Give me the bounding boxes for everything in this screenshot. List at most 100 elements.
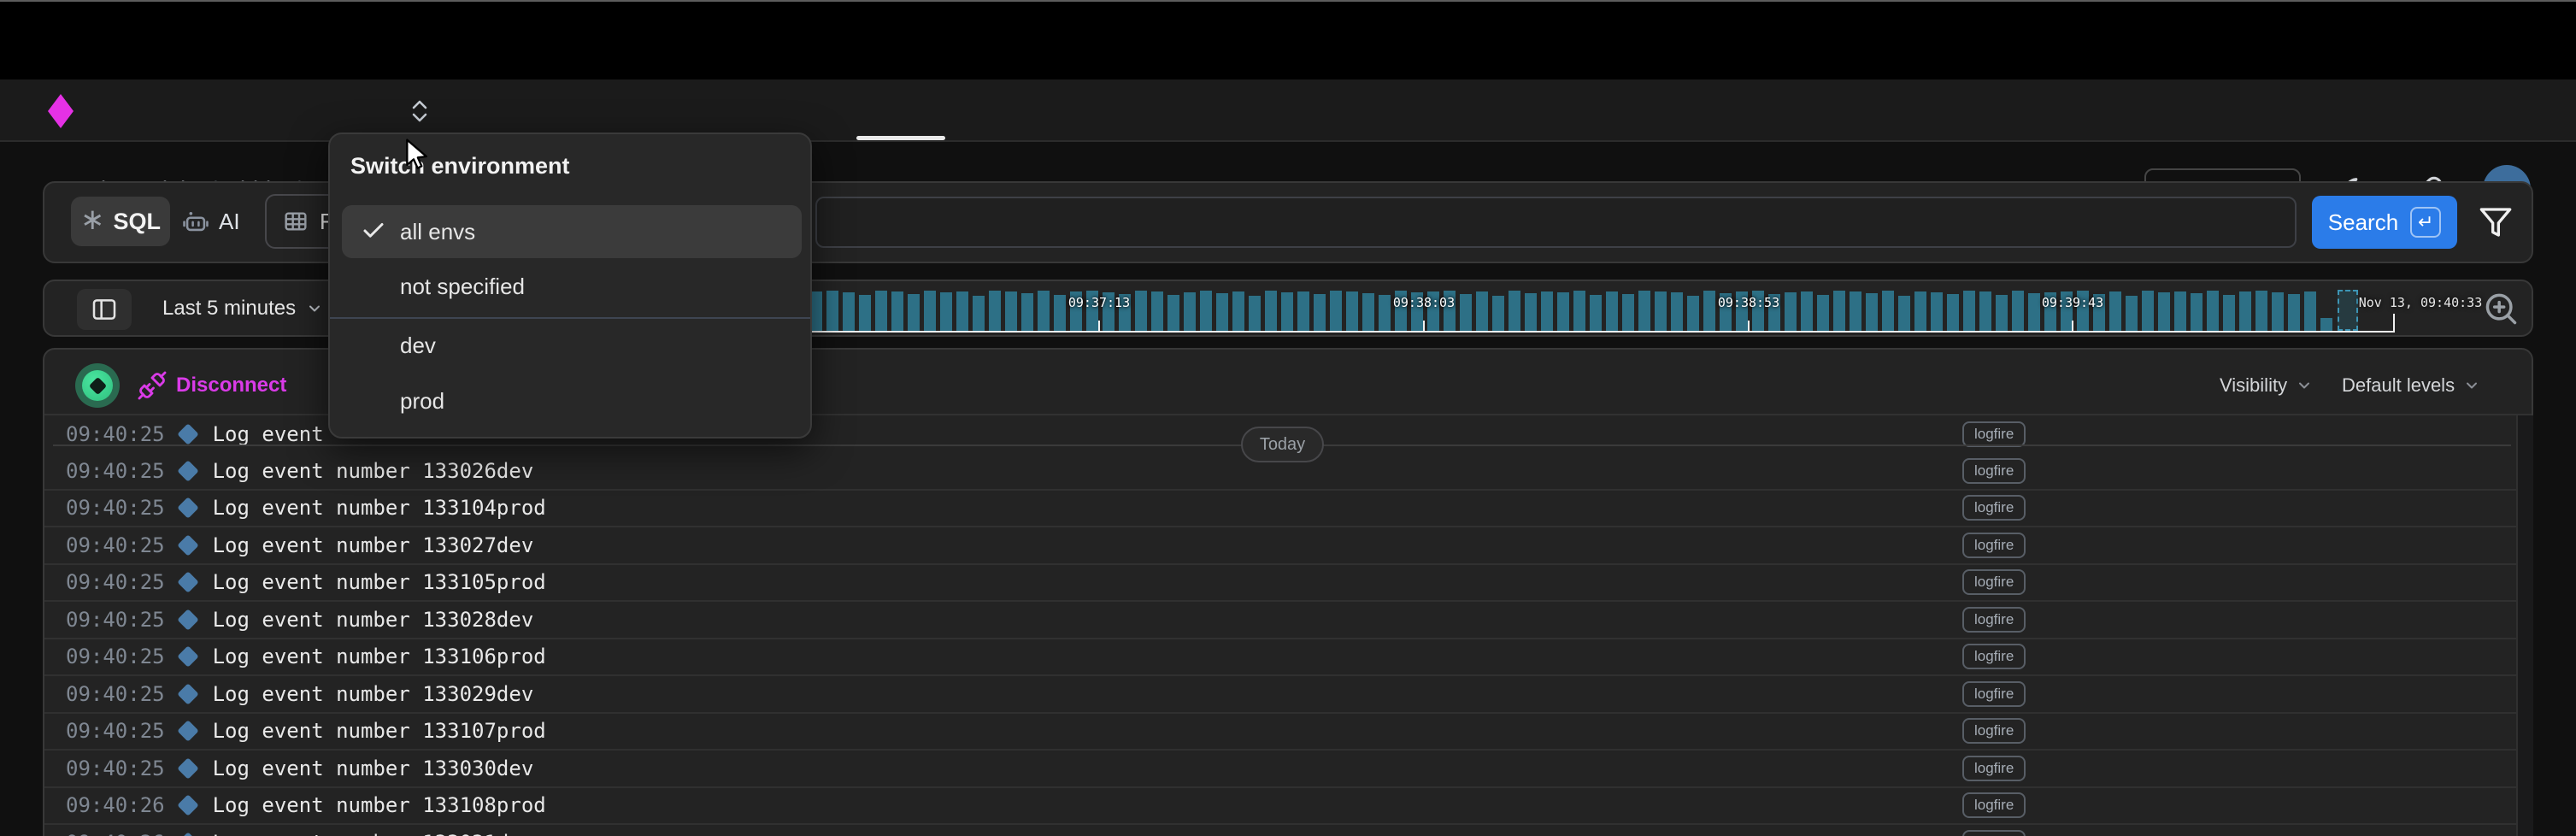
log-row[interactable]: 09:40:25Log event number 133104prodlogfi…: [44, 490, 2516, 527]
histogram-bar: [2191, 293, 2203, 331]
histogram-bar: [2272, 292, 2284, 331]
mouse-cursor: [400, 138, 434, 173]
histogram-bar: [2174, 291, 2186, 331]
histogram-bar: [843, 292, 855, 331]
logfire-logo-icon: [48, 94, 74, 128]
log-row[interactable]: 09:40:25Log event number 133105prodlogfi…: [44, 564, 2516, 602]
log-row[interactable]: 09:40:25Log event number 133030devlogfir…: [44, 751, 2516, 788]
histogram-bar: [2207, 291, 2219, 331]
env-option-label: not specified: [400, 274, 525, 300]
log-timestamp: 09:40:26: [66, 831, 165, 836]
log-timestamp: 09:40:25: [66, 459, 165, 483]
scope-badge: logfire: [1962, 718, 2026, 744]
histogram-bar: [973, 296, 985, 331]
log-row[interactable]: 09:40:25Log event number 133029devlogfir…: [44, 676, 2516, 714]
scope-badge: logfire: [1962, 607, 2026, 633]
sql-label: SQL: [113, 209, 161, 235]
log-message: Log event number 133107prod: [213, 719, 546, 743]
histogram-bar: [1557, 292, 1569, 331]
histogram-bar: [1200, 291, 1212, 331]
enter-key-icon: ↵: [2410, 207, 2441, 238]
log-message: Log event number 133104prod: [213, 496, 546, 520]
histogram-bar: [924, 291, 936, 331]
scope-badge: logfire: [1962, 792, 2026, 818]
env-option-prod[interactable]: prod: [342, 374, 802, 427]
log-message: Log event number 133105prod: [213, 570, 546, 594]
log-level-diamond-icon: [177, 794, 198, 815]
robot-icon: [181, 207, 210, 236]
updown-chevron-icon[interactable]: [410, 98, 429, 124]
log-level-diamond-icon: [177, 645, 198, 667]
dropdown-title: Switch environment: [350, 153, 570, 180]
histogram-bar: [1833, 291, 1845, 331]
histogram-bar: [1979, 291, 1991, 331]
scope-badge: logfire: [1962, 644, 2026, 669]
log-row[interactable]: 09:40:26 Log event number 133108prod logfi…: [44, 787, 2516, 825]
histogram-bar: [1232, 291, 1244, 331]
log-level-diamond-icon: [177, 720, 198, 741]
scope-badge: logfire: [1962, 533, 2026, 558]
scope-badge: logfire: [1962, 421, 2026, 447]
active-tab-underline: [856, 136, 945, 140]
search-label: Search: [2328, 209, 2398, 236]
histogram-bar: [810, 291, 822, 331]
zoom-in-icon[interactable]: [2482, 290, 2520, 327]
histogram-bar: [2304, 291, 2316, 331]
chevron-down-icon: [306, 300, 323, 317]
log-timestamp: 09:40:26: [66, 793, 165, 817]
log-row[interactable]: 09:40:25Log event number 133106prodlogfi…: [44, 639, 2516, 676]
env-option-label: all envs: [400, 219, 475, 245]
sql-mode-button[interactable]: ∗ SQL: [71, 197, 170, 246]
scope-badge: logfire: [1962, 458, 2026, 484]
log-timestamp: 09:40:25: [66, 570, 165, 594]
histogram-bar: [940, 292, 952, 331]
histogram-bar: [956, 291, 968, 331]
histogram-bar: [1817, 295, 1829, 331]
histogram-bar: [2223, 295, 2235, 331]
env-option-all-envs[interactable]: all envs: [342, 205, 802, 258]
histogram-bar: [1850, 291, 1861, 331]
log-message: Log event number 133106prod: [213, 645, 546, 668]
histogram-bar: [826, 291, 838, 331]
log-row[interactable]: 09:40:26Log event number 133031devlogfir…: [44, 825, 2516, 836]
log-row[interactable]: 09:40:25 Log event number 133107prod logfi…: [44, 713, 2516, 751]
check-icon: [361, 218, 386, 244]
search-query-input[interactable]: [815, 197, 2297, 248]
time-range-selector[interactable]: Last 5 minutes: [162, 281, 323, 335]
environment-dropdown-menu: Switch environment all envs not specifie…: [328, 132, 812, 439]
histogram-bar: [1655, 291, 1667, 331]
histogram-bar: [1167, 295, 1179, 331]
ai-label: AI: [219, 209, 240, 235]
filter-funnel-icon[interactable]: [2479, 205, 2513, 239]
env-option-dev[interactable]: dev: [342, 319, 802, 372]
histogram-bar: [1509, 291, 1520, 331]
log-timestamp: 09:40:25: [66, 719, 165, 743]
time-range-label: Last 5 minutes: [162, 297, 296, 321]
log-row[interactable]: 09:40:25Log event number 133028devlogfir…: [44, 602, 2516, 639]
histogram-bar: [2255, 291, 2267, 331]
scope-badge: logfire: [1962, 830, 2026, 836]
log-scrollbar[interactable]: [2516, 415, 2533, 836]
log-row[interactable]: 09:40:25Log event number 133027devlogfir…: [44, 527, 2516, 565]
logfire-app: e-hosseini / hhh / all envs Live Dashboa…: [0, 0, 2576, 836]
histogram-bar: [1638, 291, 1650, 331]
histogram-bar: [1866, 293, 1878, 331]
log-level-diamond-icon: [177, 609, 198, 630]
histogram-bar: [1882, 291, 1894, 331]
log-message: Log event number 133108prod: [213, 793, 546, 817]
log-level-diamond-icon: [177, 683, 198, 704]
scope-badge: logfire: [1962, 756, 2026, 781]
log-level-diamond-icon: [177, 832, 198, 836]
ai-mode-button[interactable]: AI: [181, 197, 240, 246]
sidebar-toggle-button[interactable]: [77, 289, 132, 330]
panel-left-icon: [91, 296, 118, 323]
histogram-bar: [1606, 291, 1618, 331]
log-message: Log event number 133026dev: [213, 459, 534, 483]
histogram-bar: [2288, 294, 2300, 331]
log-level-diamond-icon: [177, 757, 198, 779]
env-option-not-specified[interactable]: not specified: [342, 260, 802, 313]
histogram-bar: [1947, 294, 1959, 331]
histogram-bar: [1898, 296, 1910, 331]
search-button[interactable]: Search ↵: [2312, 196, 2457, 249]
histogram-bar: [1330, 291, 1342, 331]
